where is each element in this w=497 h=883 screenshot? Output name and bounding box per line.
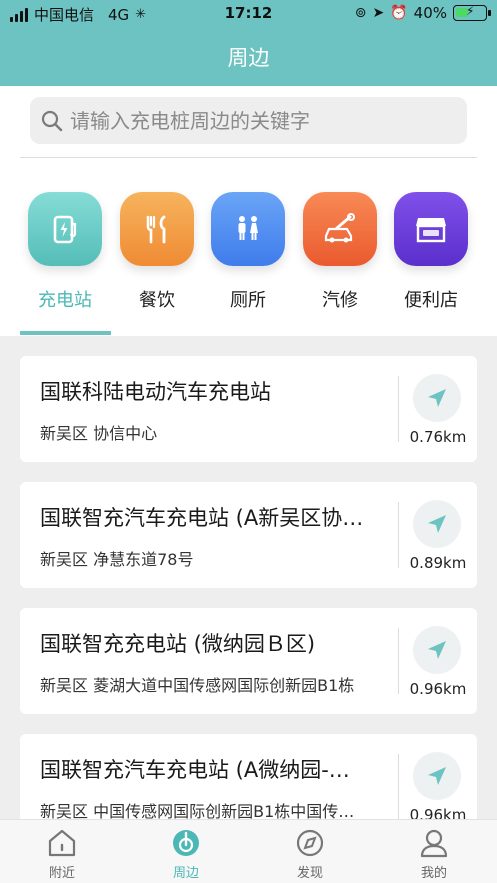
station-distance: 0.96km <box>409 680 467 698</box>
category-food[interactable]: 餐饮 <box>111 192 203 312</box>
station-name: 国联智充充电站 (微纳园Ｂ区) <box>40 632 316 656</box>
active-category-indicator <box>20 331 111 335</box>
bottom-tab-bar: 附近 周边 发现 我的 <box>0 819 497 883</box>
status-bar: 中国电信 4G ✳ 17:12 ⊚ ➤ ⏰ 40% ⚡ <box>0 0 497 28</box>
category-charging-station[interactable]: 充电站 <box>19 192 111 312</box>
search-icon <box>41 110 63 131</box>
station-distance: 0.96km <box>409 806 467 819</box>
station-distance: 0.89km <box>409 554 467 572</box>
navigation-arrow-icon <box>428 767 446 785</box>
location-arrow-icon: ➤ <box>372 5 385 21</box>
store-icon <box>394 192 468 266</box>
station-address: 新吴区 协信中心 <box>40 424 158 443</box>
charging-station-icon <box>28 192 102 266</box>
station-name: 国联科陆电动汽车充电站 <box>40 380 271 404</box>
category-convenience-store[interactable]: 便利店 <box>385 192 477 312</box>
navigation-arrow-icon <box>428 641 446 659</box>
station-list: 国联科陆电动汽车充电站 新吴区 协信中心 0.76km 国联智充汽车充电站 (A… <box>0 336 497 819</box>
station-card[interactable]: 国联科陆电动汽车充电站 新吴区 协信中心 0.76km <box>20 356 477 462</box>
tab-nearby[interactable]: 附近 <box>0 820 124 883</box>
divider <box>398 376 399 442</box>
nearby-icon <box>173 830 199 856</box>
navigate-button[interactable] <box>413 500 461 548</box>
navigate-button[interactable] <box>413 752 461 800</box>
search-bar[interactable] <box>30 97 467 144</box>
station-name: 国联智充汽车充电站 (A微纳园-… <box>40 758 350 782</box>
category-restroom[interactable]: 厕所 <box>202 192 294 312</box>
orientation-lock-icon: ⊚ <box>354 5 367 21</box>
divider <box>20 157 477 158</box>
category-label: 厕所 <box>230 290 266 311</box>
navigate-button[interactable] <box>413 374 461 422</box>
station-card[interactable]: 国联智充汽车充电站 (A新吴区协… 新吴区 净慧东道78号 0.89km <box>20 482 477 588</box>
category-label: 汽修 <box>322 290 358 311</box>
category-row: 充电站 餐饮 厕所 汽修 便利店 <box>0 192 497 332</box>
divider <box>398 754 399 819</box>
battery-icon: ⚡ <box>453 4 491 21</box>
top-panel: 充电站 餐饮 <box>0 86 497 336</box>
fork-knife-icon <box>120 192 194 266</box>
tab-label: 发现 <box>296 866 323 881</box>
battery-percent: 40% <box>413 4 447 22</box>
station-distance: 0.76km <box>409 428 467 446</box>
tab-around[interactable]: 周边 <box>124 820 248 883</box>
search-input[interactable] <box>70 108 450 133</box>
alarm-icon: ⏰ <box>390 5 408 21</box>
tab-label: 周边 <box>172 866 199 881</box>
station-address: 新吴区 菱湖大道中国传感网国际创新园B1栋 <box>40 676 355 695</box>
home-icon <box>48 829 76 857</box>
station-address: 新吴区 中国传感网国际创新园B1栋中国传… <box>40 802 355 819</box>
category-label: 充电站 <box>38 290 92 311</box>
tab-label: 附近 <box>48 866 75 881</box>
station-name: 国联智充汽车充电站 (A新吴区协… <box>40 506 364 530</box>
user-icon <box>420 829 448 858</box>
status-right: ⊚ ➤ ⏰ 40% ⚡ <box>354 4 491 22</box>
tab-label: 我的 <box>420 866 447 881</box>
category-car-repair[interactable]: 汽修 <box>294 192 386 312</box>
divider <box>398 502 399 568</box>
station-card[interactable]: 国联智充汽车充电站 (A微纳园-… 新吴区 中国传感网国际创新园B1栋中国传… … <box>20 734 477 819</box>
tab-discover[interactable]: 发现 <box>248 820 372 883</box>
app-root: 中国电信 4G ✳ 17:12 ⊚ ➤ ⏰ 40% ⚡ 周边 请输入充电桩周边的… <box>0 0 497 883</box>
restroom-icon <box>211 192 285 266</box>
navigation-arrow-icon <box>428 389 446 407</box>
compass-icon <box>296 829 324 857</box>
header: 中国电信 4G ✳ 17:12 ⊚ ➤ ⏰ 40% ⚡ 周边 <box>0 0 497 86</box>
tab-mine[interactable]: 我的 <box>372 820 496 883</box>
category-label: 便利店 <box>404 290 458 311</box>
navigate-button[interactable] <box>413 626 461 674</box>
car-repair-icon <box>303 192 377 266</box>
station-card[interactable]: 国联智充充电站 (微纳园Ｂ区) 新吴区 菱湖大道中国传感网国际创新园B1栋 0.… <box>20 608 477 714</box>
station-address: 新吴区 净慧东道78号 <box>40 550 194 569</box>
category-label: 餐饮 <box>139 290 175 311</box>
divider <box>398 628 399 694</box>
page-title: 周边 <box>227 46 270 70</box>
navigation-arrow-icon <box>428 515 446 533</box>
